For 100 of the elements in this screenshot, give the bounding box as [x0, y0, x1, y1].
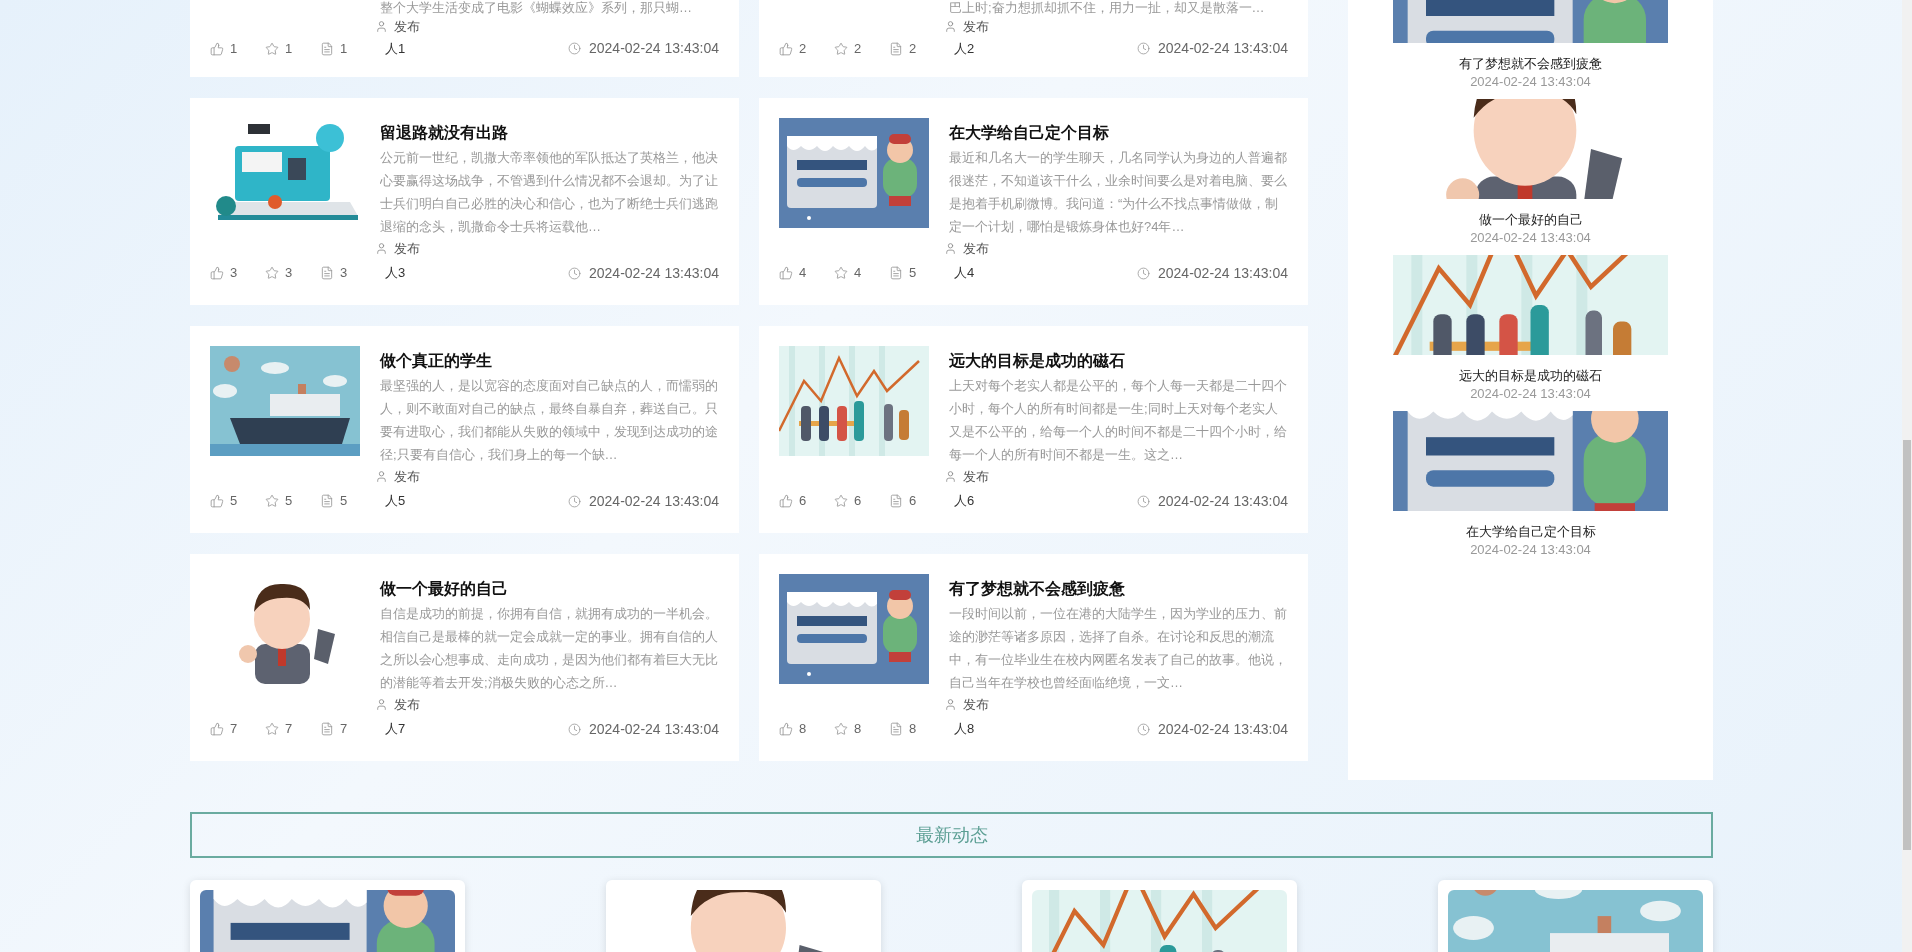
like-count: 4 — [799, 264, 807, 283]
clock-icon — [568, 494, 581, 508]
article-title[interactable]: 做一个最好的自己 — [380, 578, 719, 600]
like-count: 6 — [799, 492, 807, 511]
author-name: 人4 — [954, 264, 975, 283]
user-icon — [944, 698, 957, 712]
sidebar-date: 2024-02-24 13:43:04 — [1470, 385, 1591, 403]
like-icon[interactable] — [779, 722, 793, 736]
article-title[interactable]: 留退路就没有出路 — [380, 122, 719, 144]
like-icon[interactable] — [779, 41, 793, 56]
sidebar-title[interactable]: 远大的目标是成功的磁石 — [1459, 367, 1602, 385]
publish-date: 2024-02-24 13:43:04 — [1158, 39, 1288, 58]
article-title[interactable]: 远大的目标是成功的磁石 — [949, 350, 1288, 372]
like-icon[interactable] — [779, 266, 793, 280]
author-name: 人1 — [385, 39, 406, 58]
comment-icon[interactable] — [320, 722, 334, 736]
publish-date: 2024-02-24 13:43:04 — [1158, 491, 1288, 511]
like-count: 3 — [230, 264, 238, 283]
comment-count: 5 — [909, 264, 917, 283]
clock-icon — [1137, 266, 1150, 280]
like-icon[interactable] — [210, 266, 224, 280]
sidebar-title[interactable]: 有了梦想就不会感到疲惫 — [1459, 55, 1602, 73]
user-icon — [375, 242, 388, 256]
clock-icon — [568, 266, 581, 280]
favorite-count: 5 — [285, 492, 293, 511]
article-title[interactable]: 做个真正的学生 — [380, 350, 719, 372]
like-count: 8 — [799, 720, 807, 739]
favorite-count: 8 — [854, 720, 862, 739]
comment-count: 1 — [340, 39, 348, 58]
author-name: 人3 — [385, 264, 406, 283]
article-excerpt: 整个大学生活变成了电影《蝴蝶效应》系列，那只蝴… — [380, 0, 693, 17]
author-name: 人5 — [385, 492, 406, 511]
favorite-count: 2 — [854, 39, 862, 58]
star-icon[interactable] — [265, 722, 279, 736]
publish-date: 2024-02-24 13:43:04 — [589, 263, 719, 283]
section-title: 最新动态 — [915, 823, 988, 847]
comment-icon[interactable] — [889, 722, 903, 736]
publish-date: 2024-02-24 13:43:04 — [589, 491, 719, 511]
comment-count: 6 — [909, 492, 917, 511]
star-icon[interactable] — [834, 722, 848, 736]
favorite-count: 7 — [285, 720, 293, 739]
scrollbar-thumb[interactable] — [1903, 440, 1911, 850]
like-count: 2 — [799, 39, 807, 58]
star-icon[interactable] — [265, 494, 279, 508]
author-name: 人8 — [954, 720, 975, 739]
user-icon — [375, 698, 388, 712]
clock-icon — [1137, 42, 1150, 55]
comment-icon[interactable] — [889, 266, 903, 280]
star-icon[interactable] — [265, 266, 279, 280]
scrollbar[interactable] — [1902, 0, 1912, 952]
comment-count: 7 — [340, 720, 348, 739]
like-count: 5 — [230, 492, 238, 511]
comment-icon[interactable] — [889, 494, 903, 508]
author-name: 人6 — [954, 492, 975, 511]
user-icon — [375, 19, 388, 33]
byline: 发布 — [394, 17, 420, 36]
comment-icon[interactable] — [320, 494, 334, 508]
byline: 发布 — [963, 17, 989, 36]
byline: 发布 — [394, 468, 420, 486]
comment-count: 5 — [340, 492, 348, 511]
publish-date: 2024-02-24 13:43:04 — [1158, 719, 1288, 739]
star-icon[interactable] — [265, 41, 279, 56]
favorite-count: 3 — [285, 264, 293, 283]
byline: 发布 — [963, 240, 989, 258]
clock-icon — [568, 42, 581, 55]
comment-icon[interactable] — [320, 266, 334, 280]
publish-date: 2024-02-24 13:43:04 — [589, 719, 719, 739]
sidebar-date: 2024-02-24 13:43:04 — [1470, 229, 1591, 247]
clock-icon — [568, 722, 581, 736]
comment-icon[interactable] — [320, 41, 334, 56]
sidebar-title[interactable]: 做一个最好的自己 — [1478, 211, 1583, 229]
byline: 发布 — [963, 468, 989, 486]
star-icon[interactable] — [834, 494, 848, 508]
byline: 发布 — [963, 696, 989, 714]
clock-icon — [1137, 722, 1150, 736]
publish-date: 2024-02-24 13:43:04 — [1158, 263, 1288, 283]
sidebar-title[interactable]: 在大学给自己定个目标 — [1465, 523, 1596, 541]
user-icon — [944, 470, 957, 484]
like-icon[interactable] — [210, 494, 224, 508]
comment-count: 2 — [909, 39, 917, 58]
like-count: 7 — [230, 720, 238, 739]
publish-date: 2024-02-24 13:43:04 — [589, 39, 719, 58]
byline: 发布 — [394, 696, 420, 714]
article-card[interactable]: 整个大学生活变成了电影《蝴蝶效应》系列，那只蝴… 发布 1 1 1 人1 2024-02-24 13:43:04 — [190, 0, 739, 77]
star-icon[interactable] — [834, 41, 848, 56]
comment-count: 8 — [909, 720, 917, 739]
user-icon — [944, 242, 957, 256]
sidebar-date: 2024-02-24 13:43:04 — [1470, 541, 1591, 559]
comment-icon[interactable] — [889, 41, 903, 56]
article-title[interactable]: 有了梦想就不会感到疲惫 — [949, 578, 1288, 600]
article-title[interactable]: 在大学给自己定个目标 — [949, 122, 1288, 144]
like-icon[interactable] — [779, 494, 793, 508]
byline: 发布 — [394, 240, 420, 258]
star-icon[interactable] — [834, 266, 848, 280]
comment-count: 3 — [340, 264, 348, 283]
sidebar-date: 2024-02-24 13:43:04 — [1470, 73, 1591, 91]
user-icon — [375, 470, 388, 484]
user-icon — [944, 19, 957, 33]
like-icon[interactable] — [210, 41, 224, 56]
like-icon[interactable] — [210, 722, 224, 736]
